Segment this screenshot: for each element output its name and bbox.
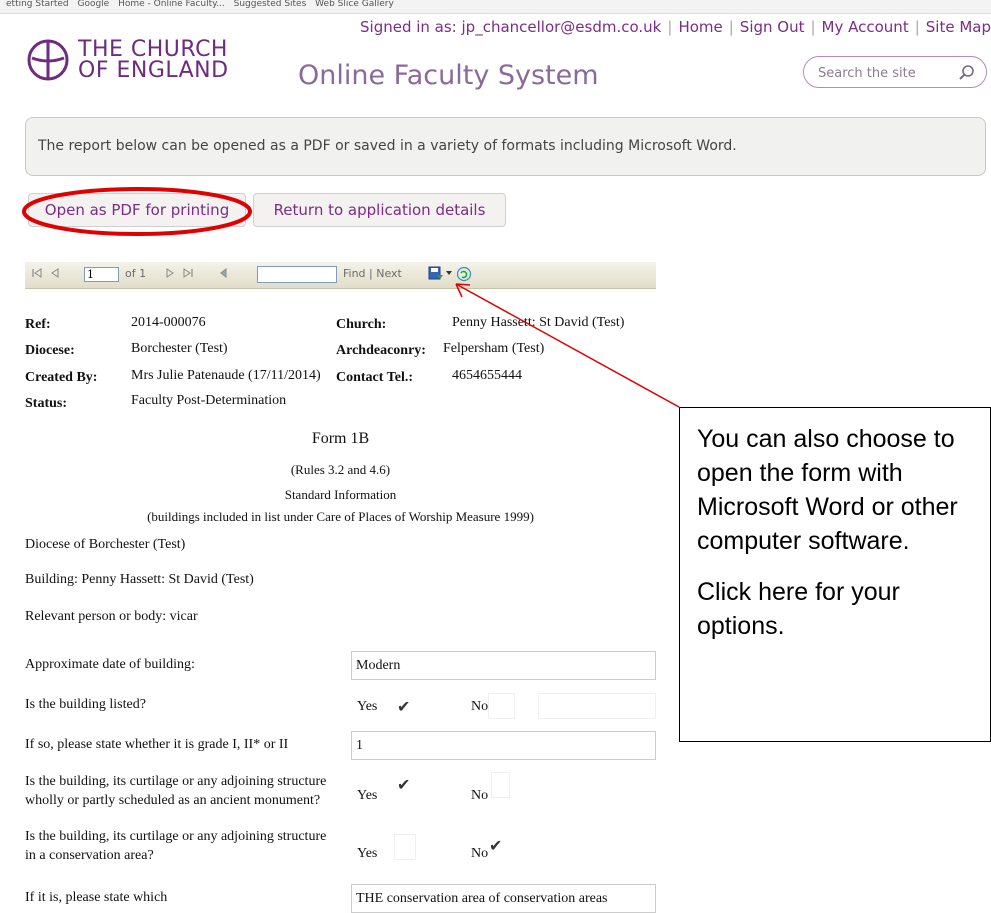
site-title: Online Faculty System [298,60,599,91]
ref-label: Ref: [25,317,51,332]
nav-link-home[interactable]: Home [678,18,722,36]
relevant-person-line: Relevant person or body: vicar [25,609,198,624]
created-by-label: Created By: [25,370,98,385]
church-label: Church: [336,317,387,332]
signed-in-text: Signed in as: jp_chancellor@esdm.co.uk [360,18,662,36]
favorite-link[interactable]: Web Slice Gallery [315,0,394,9]
diocese-value: Borchester (Test) [131,341,228,356]
buildings-note: (buildings included in list under Care o… [147,509,534,524]
last-page-icon[interactable] [182,267,194,279]
created-by-value: Mrs Julie Patenaude (17/11/2014) [131,368,321,383]
return-to-application-button[interactable]: Return to application details [253,193,506,227]
nav-link-site-map[interactable]: Site Map [926,18,991,36]
export-dropdown-icon[interactable] [446,271,452,275]
previous-page-icon[interactable] [49,267,61,279]
logo-line-1: THE CHURCH [78,37,228,62]
answer-grade-field: 1 [351,731,656,760]
contact-tel-label: Contact Tel.: [336,370,413,385]
logo-line-2: OF ENGLAND [78,58,229,83]
question-which-area: If it is, please state which [25,890,168,905]
instruction-callout: You can also choose to open the form wit… [679,407,991,742]
report-toolbar: of 1 Find | Next [25,262,656,289]
scheduled-no-label: No [471,788,489,803]
question-scheduled-line2: wholly or partly scheduled as an ancient… [25,793,321,808]
answer-date-field: Modern [351,651,656,680]
church-value: Penny Hassett: St David (Test) [452,315,625,330]
conservation-no-label: No [471,846,489,861]
answer-which-area-field: THE conservation area of conservation ar… [351,884,656,913]
favorite-link[interactable]: Home - Online Faculty... [118,0,225,9]
nav-link-sign-out[interactable]: Sign Out [740,18,805,36]
logo-text[interactable]: THE CHURCH OF ENGLAND [78,37,229,83]
scheduled-no-box [491,772,510,798]
form-rules: (Rules 3.2 and 4.6) [290,462,391,477]
question-conservation-line2: in a conservation area? [25,848,154,863]
scheduled-yes-label: Yes [357,788,378,803]
form-title: Form 1B [311,430,370,447]
contact-tel-value: 4654655444 [452,368,522,383]
favorite-link[interactable]: etting Started [6,0,69,9]
find-input[interactable] [257,266,337,283]
listed-no-box [488,693,515,719]
building-line: Building: Penny Hassett: St David (Test) [25,572,254,587]
question-grade: If so, please state whether it is grade … [25,737,289,752]
export-save-icon[interactable] [428,266,444,282]
diocese-label: Diocese: [25,343,75,358]
question-date: Approximate date of building: [25,657,195,672]
back-icon[interactable] [218,267,230,279]
listed-no-label: No [471,699,489,714]
favorite-link[interactable]: Google [77,0,109,9]
status-value: Faculty Post-Determination [131,393,287,408]
conservation-yes-box [394,834,416,860]
archdeaconry-value: Felpersham (Test) [443,341,545,356]
status-label: Status: [25,396,68,411]
callout-paragraph-2: Click here for your options. [697,578,900,640]
favorites-bar: etting Started Google Home - Online Facu… [0,0,991,14]
conservation-no-check: ✔ [489,838,503,855]
favorite-link[interactable]: Suggested Sites [234,0,307,9]
scheduled-yes-check: ✔ [397,777,411,794]
search-box [803,56,987,88]
nav-link-my-account[interactable]: My Account [822,18,909,36]
question-conservation-line1: Is the building, its curtilage or any ad… [25,829,327,844]
first-page-icon[interactable] [31,267,43,279]
page-number-input[interactable] [84,267,119,282]
refresh-icon[interactable] [456,266,472,282]
question-scheduled-line1: Is the building, its curtilage or any ad… [25,774,327,789]
page-count-label: of 1 [125,267,147,280]
callout-paragraph-1: You can also choose to open the form wit… [697,425,958,555]
info-message: The report below can be opened as a PDF … [25,117,986,176]
next-page-icon[interactable] [164,267,176,279]
highlight-ellipse [22,187,252,236]
listed-extra-box [538,693,656,719]
listed-yes-check: ✔ [397,699,411,716]
archdeaconry-label: Archdeaconry: [336,343,426,358]
conservation-yes-label: Yes [357,846,378,861]
listed-yes-label: Yes [357,699,378,714]
find-next-link[interactable]: Find | Next [343,267,402,280]
ref-value: 2014-000076 [131,315,206,330]
standard-information: Standard Information [284,487,397,502]
top-nav: Signed in as: jp_chancellor@esdm.co.uk | H… [360,18,991,36]
search-icon[interactable] [958,64,976,82]
question-listed: Is the building listed? [25,697,146,712]
search-input[interactable] [816,62,950,84]
diocese-line: Diocese of Borchester (Test) [25,537,186,552]
church-logo-icon[interactable] [26,38,70,82]
